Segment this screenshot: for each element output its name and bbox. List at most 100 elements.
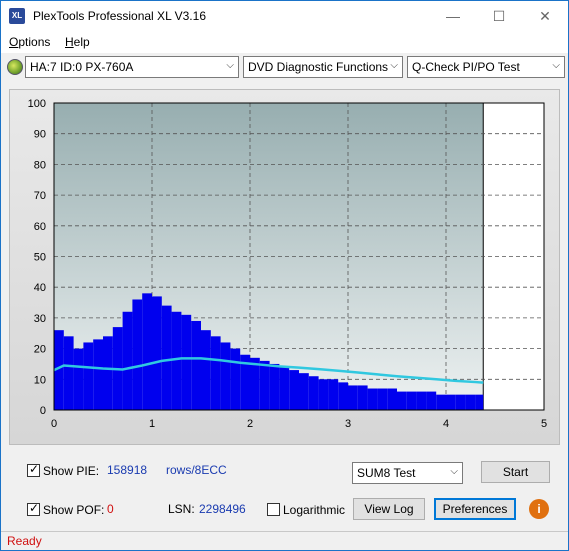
- menu-options-mnemonic: O: [9, 35, 19, 49]
- pie-bar: [259, 360, 270, 410]
- pie-bar: [397, 391, 407, 410]
- pie-bar: [63, 336, 74, 410]
- logarithmic-checkbox[interactable]: [267, 503, 280, 516]
- lsn-value: 2298496: [199, 502, 246, 516]
- pie-po-chart: 0 10 20 30 40 50 60 70 80 90 100 0 1 2 3 4 5: [28, 98, 547, 430]
- show-pie-checkbox[interactable]: [27, 462, 40, 477]
- pie-bar: [171, 311, 182, 410]
- x-tick-label: 2: [247, 418, 253, 430]
- pie-unit-label: rows/8ECC: [166, 463, 227, 477]
- close-button[interactable]: ✕: [522, 1, 568, 31]
- function-select-value: DVD Diagnostic Functions: [248, 60, 389, 74]
- pie-bar: [475, 394, 484, 410]
- pie-bar: [191, 320, 201, 410]
- chevron-down-icon: ⌵: [226, 60, 234, 71]
- view-log-button[interactable]: View Log: [353, 498, 425, 520]
- pie-bar: [83, 342, 94, 410]
- pie-bar: [230, 348, 241, 410]
- pie-bar: [269, 363, 280, 410]
- sum-test-select[interactable]: SUM8 Test ⌵: [352, 462, 463, 484]
- pie-bar: [210, 336, 221, 410]
- unscanned-region: [483, 103, 544, 410]
- menu-options[interactable]: Options: [9, 35, 50, 49]
- title-bar: XL PlexTools Professional XL V3.16 — ☐ ✕: [1, 1, 568, 31]
- y-tick-label: 10: [34, 374, 46, 386]
- drive-select[interactable]: HA:7 ID:0 PX-760A ⌵: [25, 56, 239, 78]
- x-tick-label: 1: [149, 418, 155, 430]
- chevron-down-icon: ⌵: [552, 60, 560, 71]
- menu-bar: Options Help: [1, 31, 568, 53]
- pie-bar: [348, 385, 358, 410]
- pie-bar: [465, 394, 476, 410]
- show-pof-checkbox[interactable]: [27, 501, 40, 516]
- y-tick-label: 30: [34, 313, 46, 325]
- pie-bar: [357, 385, 368, 410]
- pie-bar: [152, 296, 162, 410]
- pof-count-value: 0: [107, 502, 114, 516]
- pie-bar: [367, 388, 378, 410]
- chevron-down-icon: ⌵: [390, 60, 398, 71]
- pie-bar: [299, 373, 309, 410]
- pie-bar: [406, 391, 417, 410]
- y-tick-label: 40: [34, 282, 46, 294]
- pie-bar: [289, 370, 299, 410]
- pie-bar: [436, 394, 446, 410]
- y-tick-label: 90: [34, 129, 46, 141]
- disc-drive-icon: [7, 59, 23, 75]
- info-icon[interactable]: i: [529, 499, 549, 519]
- status-bar: Ready: [1, 531, 568, 550]
- minimize-button[interactable]: —: [430, 1, 476, 31]
- app-logo-icon: XL: [9, 8, 25, 24]
- pie-bar: [446, 394, 456, 410]
- pie-bar: [387, 388, 397, 410]
- window-title: PlexTools Professional XL V3.16: [33, 9, 206, 23]
- y-tick-label: 60: [34, 221, 46, 233]
- pie-bar: [122, 311, 133, 410]
- menu-help[interactable]: Help: [65, 35, 90, 49]
- maximize-button[interactable]: ☐: [476, 1, 522, 31]
- logarithmic-label: Logarithmic: [283, 503, 346, 517]
- menu-help-label: elp: [73, 35, 90, 49]
- preferences-button[interactable]: Preferences: [434, 498, 516, 520]
- y-tick-label: 50: [34, 252, 46, 264]
- pie-bar: [73, 348, 84, 410]
- y-tick-label: 70: [34, 190, 46, 202]
- chevron-down-icon: ⌵: [450, 466, 458, 477]
- pie-bar: [181, 314, 192, 410]
- drive-select-value: HA:7 ID:0 PX-760A: [30, 60, 134, 74]
- app-window: XL PlexTools Professional XL V3.16 — ☐ ✕…: [0, 0, 569, 551]
- pie-bar: [93, 339, 103, 410]
- control-panel: Show PIE: 158918 rows/8ECC Show POF: 0 L…: [9, 451, 560, 527]
- x-tick-label: 5: [541, 418, 547, 430]
- menu-options-label: ptions: [18, 35, 51, 49]
- pie-bar: [308, 376, 319, 410]
- y-tick-label: 0: [40, 405, 46, 417]
- show-pof-label: Show POF:: [43, 503, 105, 517]
- chart-panel: 0 10 20 30 40 50 60 70 80 90 100 0 1 2 3 4 5: [9, 89, 560, 445]
- lsn-label: LSN:: [168, 502, 195, 516]
- test-select[interactable]: Q-Check PI/PO Test ⌵: [407, 56, 565, 78]
- pie-bar: [426, 391, 437, 410]
- function-select[interactable]: DVD Diagnostic Functions ⌵: [243, 56, 403, 78]
- pie-bar: [377, 388, 388, 410]
- pie-bar: [132, 299, 143, 410]
- pie-bar: [455, 394, 466, 410]
- pie-bar: [338, 382, 348, 410]
- pie-bar: [416, 391, 427, 410]
- x-tick-label: 0: [51, 418, 57, 430]
- test-select-value: Q-Check PI/PO Test: [412, 60, 520, 74]
- start-button[interactable]: Start: [481, 461, 550, 483]
- y-tick-label: 80: [34, 159, 46, 171]
- sum-test-select-value: SUM8 Test: [357, 466, 416, 480]
- pie-bar: [201, 330, 211, 410]
- x-tick-label: 4: [443, 418, 449, 430]
- pie-bar: [103, 336, 113, 410]
- pie-bar: [142, 293, 152, 410]
- pie-bar: [220, 342, 231, 410]
- pie-bar: [328, 379, 339, 410]
- x-tick-label: 3: [345, 418, 351, 430]
- show-pie-label: Show PIE:: [43, 464, 100, 478]
- pie-bar: [161, 305, 172, 410]
- pie-bar: [279, 367, 290, 410]
- status-text: Ready: [7, 534, 42, 548]
